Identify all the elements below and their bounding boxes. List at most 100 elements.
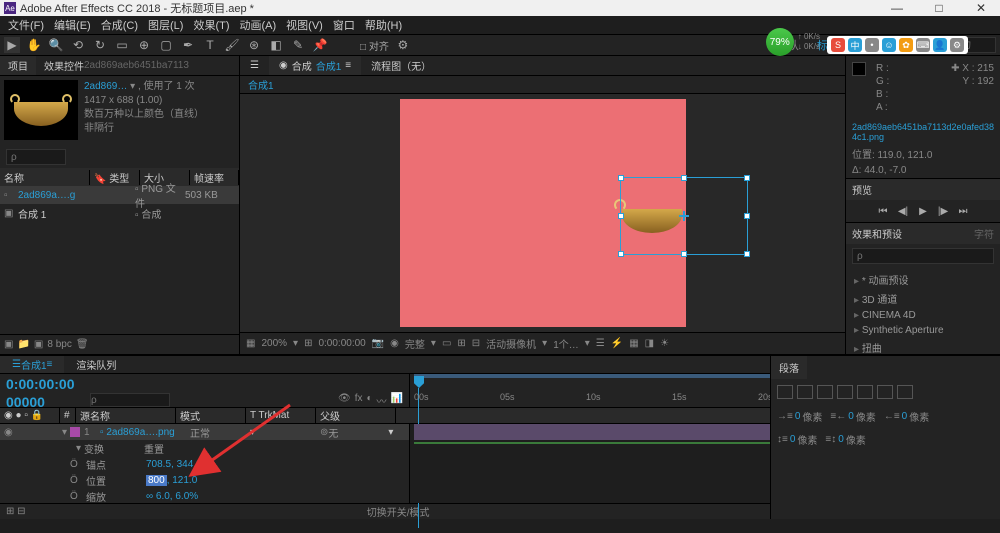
ime-settings-icon[interactable]: ⚙ [950,38,964,52]
minimize-button[interactable]: — [882,1,912,15]
zoom-tool[interactable]: 🔍 [48,37,64,53]
selection-bounds[interactable] [620,177,748,255]
transform-group[interactable]: ▾ 变换 重置 [0,440,409,456]
handle-tl[interactable] [618,175,624,181]
channel-icon[interactable]: ◉ [390,338,399,349]
pan-behind-tool[interactable]: ⊕ [136,37,152,53]
motion-blur-icon[interactable]: 〰 [377,393,387,408]
tab-flowchart[interactable]: 流程图（无） [361,56,441,75]
ime-cn-icon[interactable]: 中 [848,38,862,52]
position-x-input[interactable]: 800 [146,475,167,486]
trash-icon[interactable]: 🗑 [76,339,89,350]
col-parent[interactable]: 父级 [316,408,396,423]
effect-category[interactable]: Synthetic Aperture [846,323,1000,338]
composition-viewer[interactable] [240,94,845,332]
justify-last-center-icon[interactable] [857,385,873,399]
asset-thumbnail[interactable] [4,80,78,140]
menu-layer[interactable]: 图层(L) [144,17,187,33]
stopwatch-icon[interactable]: Ö [70,491,82,502]
shy-toggle-icon[interactable]: 👁 [338,393,351,408]
menu-file[interactable]: 文件(F) [4,17,48,33]
ime-toolbar[interactable]: S 中 • ☺ ✿ ⌨ 👤 ⚙ [827,36,968,54]
timeline-search[interactable] [90,393,170,407]
prop-position[interactable]: Ö 位置 800 , 121.0 [0,472,409,488]
eraser-tool[interactable]: ◧ [268,37,284,53]
roto-tool[interactable]: ✎ [290,37,306,53]
anchor-point-icon[interactable] [679,211,689,221]
stopwatch-icon[interactable]: Ö [70,475,82,486]
camera-tool[interactable]: ▭ [114,37,130,53]
menu-composition[interactable]: 合成(C) [97,17,142,33]
indent-right[interactable]: ←≡ 0 像素 [884,409,929,424]
handle-tm[interactable] [681,175,687,181]
handle-mr[interactable] [744,213,750,219]
handle-bl[interactable] [618,251,624,257]
brush-tool[interactable]: 🖌 [224,37,240,53]
bpc-toggle[interactable]: 8 bpc [47,339,71,350]
menu-view[interactable]: 视图(V) [282,17,327,33]
indent-left[interactable]: →≡ 0 像素 [777,409,822,424]
effects-search[interactable] [852,248,994,264]
first-frame-button[interactable]: ⏮ [876,204,890,218]
justify-last-left-icon[interactable] [837,385,853,399]
justify-last-right-icon[interactable] [877,385,893,399]
grid-icon[interactable]: ⊞ [457,338,465,349]
new-comp-icon[interactable]: ▣ [34,339,43,350]
project-item[interactable]: ▣ 合成 1 ▫ 合成 [0,204,239,222]
tab-project[interactable]: 项目 [0,56,36,75]
toggle-switches-button[interactable]: 切换开关/模式 [367,504,430,519]
justify-all-icon[interactable] [897,385,913,399]
col-trkmat[interactable]: T TrkMat [246,408,316,423]
frame-blend-icon[interactable]: ◐ [367,393,373,408]
orbit-tool[interactable]: ⟲ [70,37,86,53]
align-right-icon[interactable] [817,385,833,399]
play-button[interactable]: ▶ [916,204,930,218]
space-after[interactable]: ≡↕ 0 像素 [825,432,865,447]
menu-effect[interactable]: 效果(T) [189,17,233,33]
indent-first[interactable]: ≡← 0 像素 [830,409,875,424]
menu-edit[interactable]: 编辑(E) [50,17,95,33]
menu-help[interactable]: 帮助(H) [361,17,406,33]
prop-anchor[interactable]: Ö 锚点 708.5, 344.0 [0,456,409,472]
project-item[interactable]: ▫ 2ad869a….g ▫ PNG 文件 503 KB [0,186,239,204]
visibility-toggle[interactable]: ◉ [4,427,18,438]
comp-breadcrumb[interactable]: 合成1 [240,76,845,94]
close-button[interactable]: ✕ [966,1,996,15]
effects-panel-header[interactable]: 效果和预设字符 [846,223,1000,244]
blend-mode-dropdown[interactable]: 正常 [190,425,250,440]
ime-s-icon[interactable]: S [831,38,845,52]
preview-panel-header[interactable]: 预览 [846,179,1000,200]
last-frame-button[interactable]: ⏭ [956,204,970,218]
tab-composition[interactable]: ◉ 合成 合成1 ≡ [269,56,361,75]
handle-ml[interactable] [618,213,624,219]
snapping-toggle[interactable]: □ 对齐 [360,37,389,53]
maximize-button[interactable]: □ [924,1,954,15]
tab-paragraph[interactable]: 段落 [771,356,807,379]
layer-color-swatch[interactable] [70,427,80,437]
snap-opt-icon[interactable]: ⚙ [395,37,411,53]
type-tool[interactable]: T [202,37,218,53]
resolution-dropdown[interactable]: 完整 [405,336,425,351]
handle-bm[interactable] [681,251,687,257]
layer-name[interactable]: ▫ 2ad869a….png [100,427,190,438]
effect-category[interactable]: CINEMA 4D [846,308,1000,323]
toggle-switches-icon[interactable]: ⊞ ⊟ [6,506,26,517]
interpret-icon[interactable]: ▣ [4,339,13,350]
playhead[interactable] [414,376,424,388]
roi-icon[interactable]: ▭ [442,338,451,349]
handle-br[interactable] [744,251,750,257]
puppet-tool[interactable]: 📌 [312,37,328,53]
parent-dropdown[interactable]: 无 [328,425,388,440]
col-source-name[interactable]: 源名称 [76,408,176,423]
stopwatch-icon[interactable]: Ö [70,459,82,470]
pixel-aspect-icon[interactable]: ☰ [596,338,605,349]
camera-dropdown[interactable]: 活动摄像机 [486,336,536,351]
prev-frame-button[interactable]: ◀| [896,204,910,218]
comp-panel-lock-icon[interactable]: ☰ [240,56,269,75]
ime-punct-icon[interactable]: • [865,38,879,52]
project-search[interactable] [6,149,66,165]
shape-tool[interactable]: ▢ [158,37,174,53]
hand-tool[interactable]: ✋ [26,37,42,53]
clone-tool[interactable]: ⊛ [246,37,262,53]
effect-category[interactable]: * 动画预设 [846,270,1000,289]
